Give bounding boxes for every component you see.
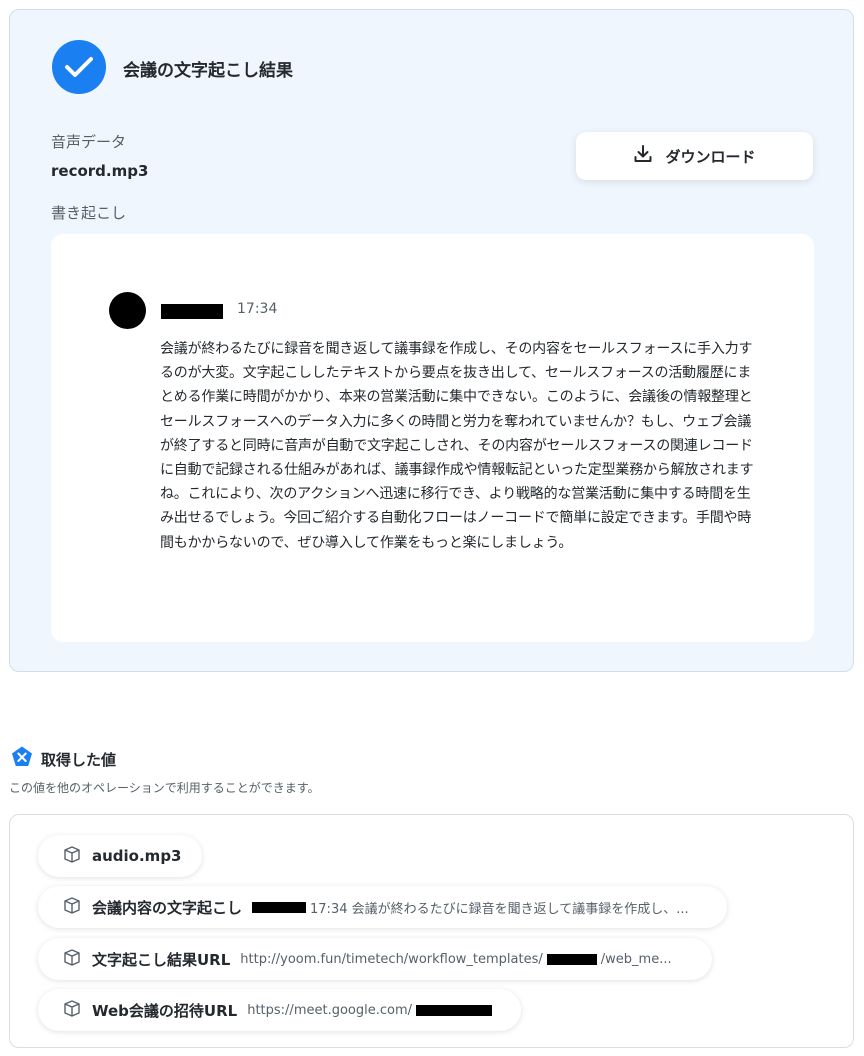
transcript-box: 17:34 会議が終わるたびに録音を聞き返して議事録を作成し、その内容をセールス… [51, 234, 814, 642]
value-pill-label: 会議内容の文字起こし [92, 898, 243, 917]
download-button-label: ダウンロード [665, 147, 756, 166]
value-pill-audio[interactable]: audio.mp3 [38, 835, 202, 877]
value-pill-label: audio.mp3 [92, 847, 182, 865]
avatar [109, 292, 146, 329]
value-cube-icon [62, 947, 82, 971]
audio-data-label: 音声データ [51, 133, 127, 151]
value-pill-value: https://meet.google.com/ [247, 1002, 493, 1018]
download-button[interactable]: ダウンロード [576, 132, 813, 180]
url-prefix: http://yoom.fun/timetech/workflow_templa… [240, 951, 543, 967]
yoom-badge-icon [10, 745, 34, 773]
value-pill-value: 17:34 会議が終わるたびに録音を聞き返して議事録を作成し、... [252, 898, 689, 917]
values-header: 取得した値 [10, 745, 116, 773]
values-title: 取得した値 [41, 750, 117, 769]
transcript-label: 書き起こし [51, 204, 127, 222]
value-cube-icon [62, 998, 82, 1022]
value-preview-text: 17:34 会議が終わるたびに録音を聞き返して議事録を作成し、... [310, 901, 689, 917]
value-cube-icon [62, 844, 82, 868]
values-card: audio.mp3 会議内容の文字起こし 17:34 会議が終わるたびに録音を聞… [9, 814, 854, 1048]
value-pill-label: 文字起こし結果URL [92, 950, 231, 969]
transcription-result-card: 会議の文字起こし結果 音声データ record.mp3 書き起こし ダウンロード… [9, 9, 854, 672]
redacted-id [546, 953, 597, 965]
download-icon [633, 144, 653, 168]
values-description: この値を他のオペレーションで利用することができます。 [9, 781, 320, 795]
check-icon [52, 40, 106, 94]
value-cube-icon [62, 895, 82, 919]
redacted-id [416, 1004, 493, 1016]
url-prefix: https://meet.google.com/ [247, 1002, 413, 1018]
card-title: 会議の文字起こし結果 [123, 61, 293, 81]
value-pill-meeting-url[interactable]: Web会議の招待URL https://meet.google.com/ [38, 989, 521, 1031]
transcript-text: 会議が終わるたびに録音を聞き返して議事録を作成し、その内容をセールスフォースに手… [160, 341, 754, 551]
audio-file-name: record.mp3 [51, 162, 149, 180]
value-pill-label: Web会議の招待URL [92, 1001, 238, 1020]
value-pill-value: http://yoom.fun/timetech/workflow_templa… [240, 952, 671, 967]
value-pill-transcript[interactable]: 会議内容の文字起こし 17:34 会議が終わるたびに録音を聞き返して議事録を作成… [38, 886, 727, 928]
redacted-name [252, 901, 307, 913]
value-pill-result-url[interactable]: 文字起こし結果URL http://yoom.fun/timetech/work… [38, 938, 712, 980]
url-suffix: /web_me... [600, 951, 672, 967]
redacted-speaker-name [161, 304, 223, 319]
speaker-timestamp: 17:34 [237, 301, 278, 317]
